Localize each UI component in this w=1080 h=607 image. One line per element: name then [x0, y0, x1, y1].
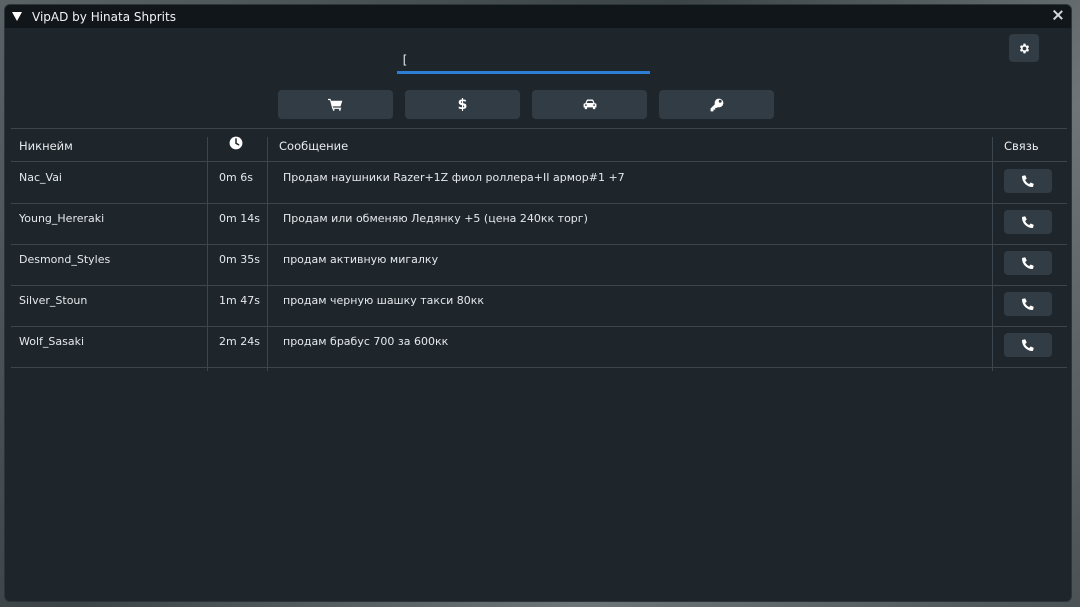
row-nickname: Desmond_Styles	[19, 253, 111, 266]
settings-button[interactable]	[1009, 34, 1039, 62]
search-field[interactable]	[397, 49, 650, 74]
call-button[interactable]	[1004, 251, 1052, 275]
category-money-button[interactable]: $	[405, 90, 520, 119]
table-row: Nac_Vai 0m 6s Продам наушники Razer+1Z ф…	[11, 162, 1067, 203]
phone-icon	[1022, 339, 1034, 351]
row-time: 0m 6s	[219, 171, 253, 184]
gear-icon	[1019, 43, 1029, 53]
row-time: 1m 47s	[219, 294, 260, 307]
row-message: Продам или обменяю Ледянку +5 (цена 240к…	[283, 212, 588, 225]
row-message: продам черную шашку такси 80кк	[283, 294, 485, 307]
header-nickname: Никнейм	[19, 139, 73, 153]
category-property-button[interactable]	[659, 90, 774, 119]
row-time: 0m 35s	[219, 253, 260, 266]
row-message: продам брабус 700 за 600кк	[283, 335, 449, 348]
row-message: продам активную мигалку	[283, 253, 439, 266]
table-row: Young_Hereraki 0m 14s Продам или обменяю…	[11, 203, 1067, 244]
title-bar[interactable]: VipAD by Hinata Shprits	[5, 5, 1071, 28]
row-nickname: Nac_Vai	[19, 171, 62, 184]
table-row: Wolf_Sasaki 2m 24s продам брабус 700 за …	[11, 326, 1067, 367]
phone-icon	[1022, 257, 1034, 269]
clock-icon	[229, 136, 243, 150]
row-message: Продам наушники Razer+1Z фиол роллера+II…	[283, 171, 625, 184]
row-nickname: Wolf_Sasaki	[19, 335, 85, 348]
table-divider	[11, 128, 1067, 129]
row-nickname: Silver_Stoun	[19, 294, 88, 307]
call-button[interactable]	[1004, 169, 1052, 193]
call-button[interactable]	[1004, 210, 1052, 234]
car-icon	[583, 99, 596, 110]
table-divider	[11, 367, 1067, 368]
collapse-triangle-icon[interactable]	[12, 12, 22, 21]
table-row: Silver_Stoun 1m 47s продам черную шашку …	[11, 285, 1067, 326]
header-message: Сообщение	[279, 139, 349, 153]
category-shop-button[interactable]	[278, 90, 393, 119]
header-contact: Связь	[1004, 139, 1039, 153]
close-icon[interactable]	[1051, 8, 1065, 22]
row-nickname: Young_Hereraki	[19, 212, 105, 225]
vipad-window: VipAD by Hinata Shprits $ Никнейм	[4, 4, 1072, 602]
row-time: 2m 24s	[219, 335, 260, 348]
row-time: 0m 14s	[219, 212, 260, 225]
phone-icon	[1022, 175, 1034, 187]
phone-icon	[1022, 216, 1034, 228]
window-title: VipAD by Hinata Shprits	[32, 9, 176, 24]
category-vehicles-button[interactable]	[532, 90, 647, 119]
call-button[interactable]	[1004, 333, 1052, 357]
call-button[interactable]	[1004, 292, 1052, 316]
key-icon	[710, 98, 723, 111]
cart-icon	[328, 98, 343, 111]
phone-icon	[1022, 298, 1034, 310]
table-row: Desmond_Styles 0m 35s продам активную ми…	[11, 244, 1067, 285]
search-input[interactable]	[397, 49, 650, 71]
dollar-icon: $	[457, 96, 468, 113]
